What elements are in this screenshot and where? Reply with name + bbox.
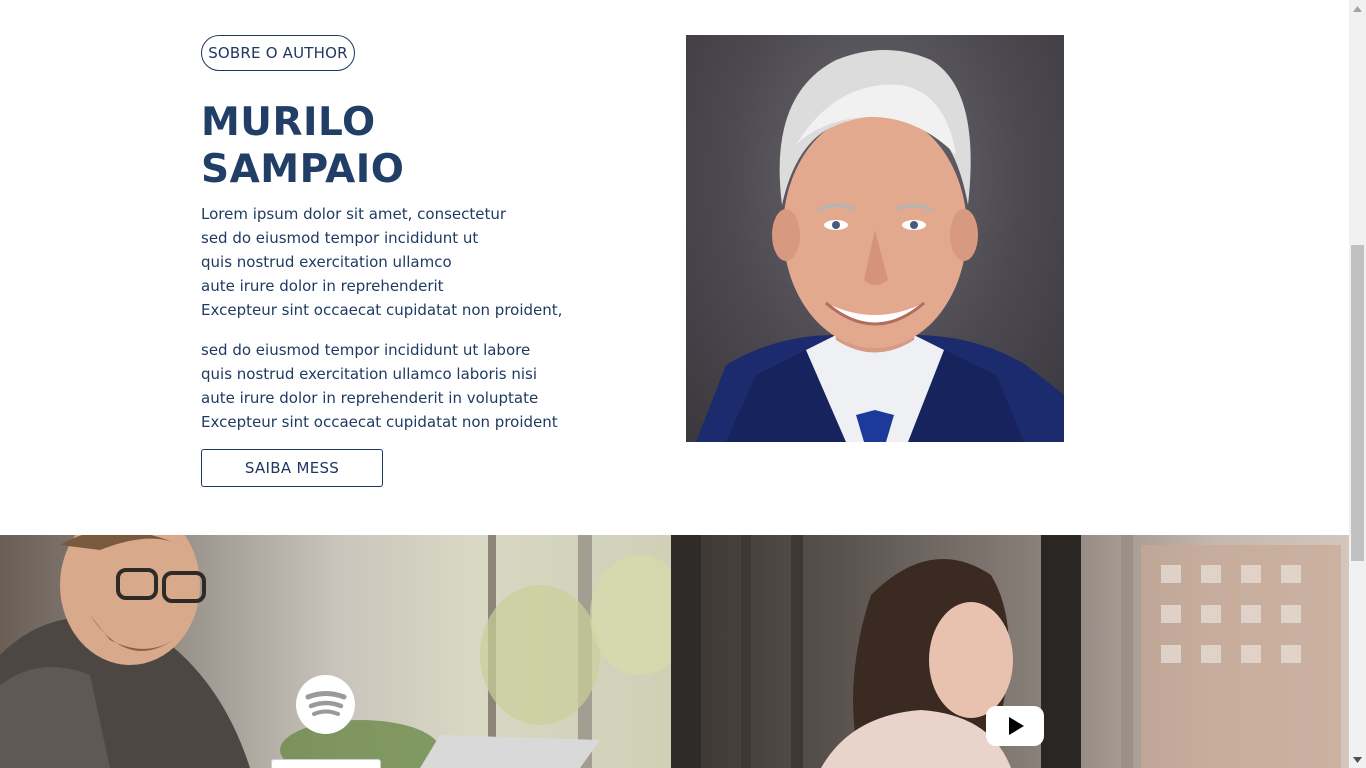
- youtube-button[interactable]: [986, 706, 1044, 746]
- learn-more-button[interactable]: SAIBA MESS: [201, 449, 383, 487]
- bio-line: quis nostrud exercitation ullamco labori…: [201, 365, 538, 383]
- spotify-panel: [0, 535, 671, 768]
- bio-line: aute irure dolor in reprehenderit in vol…: [201, 389, 539, 407]
- author-bio-paragraph-2: sed do eiusmod tempor incididunt ut labo…: [201, 338, 558, 434]
- spotify-icon: [305, 690, 346, 716]
- author-portrait-illustration: [696, 50, 1064, 442]
- scroll-up-arrow-icon[interactable]: [1349, 0, 1366, 17]
- vertical-scrollbar[interactable]: [1349, 0, 1366, 768]
- page: SOBRE O AUTHOR MURILO SAMPAIO Lorem ipsu…: [0, 0, 1349, 768]
- author-bio-paragraph-1: Lorem ipsum dolor sit amet, consectetur …: [201, 202, 562, 322]
- bio-line: sed do eiusmod tempor incididunt ut labo…: [201, 341, 531, 359]
- man-with-laptop-photo: [0, 535, 671, 768]
- bio-line: quis nostrud exercitation ullamco: [201, 253, 452, 271]
- bio-line: aute irure dolor in reprehenderit: [201, 277, 444, 295]
- scrollbar-thumb[interactable]: [1351, 245, 1364, 561]
- author-name: MURILO SAMPAIO: [201, 99, 404, 193]
- bio-line: Excepteur sint occaecat cupidatat non pr…: [201, 301, 563, 319]
- about-author-section: SOBRE O AUTHOR MURILO SAMPAIO Lorem ipsu…: [0, 0, 1349, 535]
- youtube-icon: [1009, 717, 1024, 735]
- author-name-line-2: SAMPAIO: [201, 147, 405, 192]
- author-name-line-1: MURILO: [201, 100, 376, 145]
- youtube-panel: [671, 535, 1349, 768]
- author-portrait: [686, 35, 1064, 442]
- about-author-badge: SOBRE O AUTHOR: [201, 35, 355, 71]
- bio-line: sed do eiusmod tempor incididunt ut: [201, 229, 479, 247]
- scroll-down-arrow-icon[interactable]: [1349, 751, 1366, 768]
- bio-line: Excepteur sint occaecat cupidatat non pr…: [201, 413, 558, 431]
- bio-line: Lorem ipsum dolor sit amet, consectetur: [201, 205, 507, 223]
- spotify-button[interactable]: [296, 675, 355, 734]
- spotify-panel-button[interactable]: [271, 759, 381, 768]
